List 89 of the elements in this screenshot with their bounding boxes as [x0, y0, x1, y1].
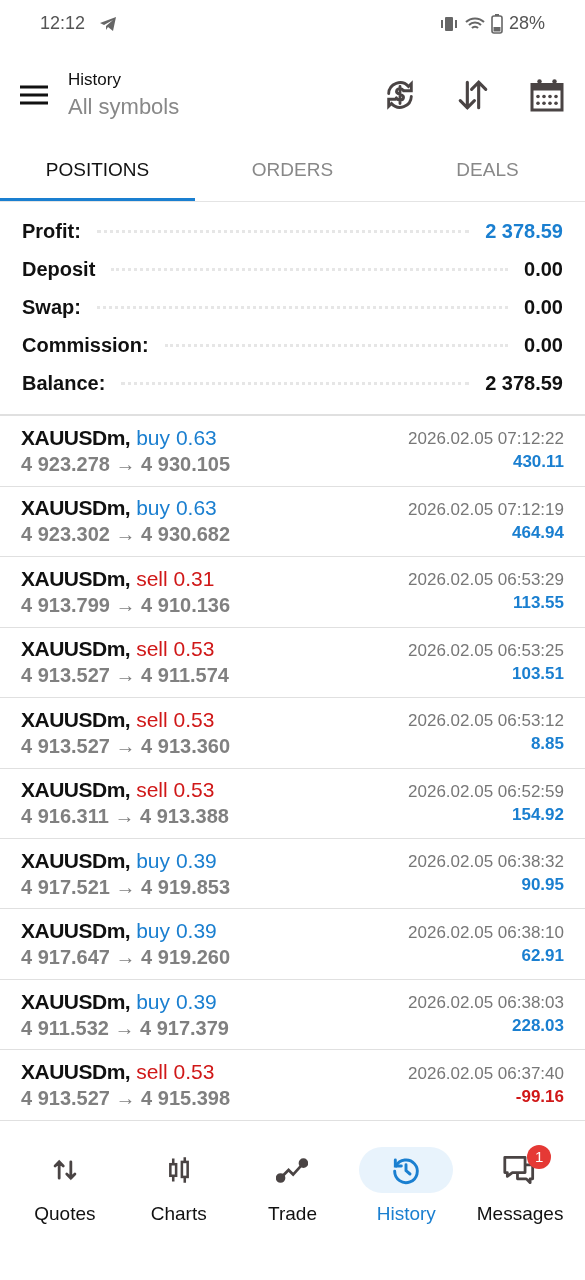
price-range: 4 911.532 → 4 917.379 — [21, 1016, 229, 1040]
vibrate-icon — [438, 15, 459, 32]
symbol: XAUUSDm, — [21, 707, 131, 732]
price-range: 4 923.302 → 4 930.682 — [21, 523, 231, 547]
summary-value: 0.00 — [524, 333, 563, 357]
symbol: XAUUSDm, — [21, 989, 131, 1014]
trade-profit: 90.95 — [521, 875, 564, 896]
trade-side: sell 0.53 — [136, 637, 215, 662]
summary-label: Commission: — [22, 333, 149, 357]
trade-profit: 8.85 — [530, 734, 564, 755]
trade-side: sell 0.53 — [136, 778, 215, 803]
trade-profit: 228.03 — [512, 1016, 564, 1037]
symbol: XAUUSDm, — [21, 637, 131, 662]
trade-time: 2026.02.05 06:53:25 — [408, 640, 564, 661]
nav-item[interactable]: Trade — [235, 1146, 350, 1225]
summary-label: Profit: — [22, 219, 81, 243]
price-range: 4 913.527 → 4 911.574 — [21, 664, 229, 688]
menu-icon — [20, 84, 48, 105]
trade-side: sell 0.53 — [136, 707, 215, 732]
summary-label: Swap: — [22, 295, 81, 319]
trade-time: 2026.02.05 07:12:19 — [408, 499, 564, 520]
screen-title: History — [68, 69, 122, 90]
trade-profit: 113.55 — [512, 593, 564, 614]
symbol-filter[interactable]: All symbols — [68, 93, 180, 120]
position-row[interactable]: XAUUSDm, buy 0.39 4 917.521 → 4 919.853 2026.02.05 06:38:32 90.95 — [0, 839, 585, 910]
price-range: 4 923.278 → 4 930.105 — [21, 452, 231, 476]
trade-side: buy 0.39 — [136, 919, 217, 944]
trade-time: 2026.02.05 06:38:03 — [408, 993, 564, 1014]
summary-label: Deposit — [22, 257, 96, 281]
symbol: XAUUSDm, — [21, 848, 131, 873]
trade-profit: 154.92 — [512, 804, 564, 825]
position-row[interactable]: XAUUSDm, sell 0.53 4 913.527 → 4 911.574 2026.02.05 06:53:25 103.51 — [0, 627, 585, 698]
position-row[interactable]: XAUUSDm, sell 0.31 4 913.799 → 4 910.136 2026.02.05 06:53:29 113.55 — [0, 557, 585, 628]
price-range: 4 917.647 → 4 919.260 — [21, 946, 231, 970]
position-row[interactable]: XAUUSDm, buy 0.63 4 923.302 → 4 930.682 2026.02.05 07:12:19 464.94 — [0, 486, 585, 558]
price-range: 4 917.521 → 4 919.853 — [21, 875, 231, 899]
symbol: XAUUSDm, — [21, 425, 131, 450]
trade-time: 2026.02.05 07:12:22 — [408, 429, 564, 450]
position-row[interactable]: XAUUSDm, sell 0.53 4 913.527 → 4 913.360 2026.02.05 06:53:12 8.85 — [0, 698, 585, 769]
tab[interactable]: POSITIONS — [0, 141, 195, 202]
line-chart-icon — [276, 1155, 309, 1184]
position-row[interactable]: XAUUSDm, sell 0.53 4 913.527 → 4 915.398 2026.02.05 06:37:40 -99.16 — [0, 1050, 585, 1121]
symbol: XAUUSDm, — [21, 778, 131, 803]
summary-value: 2 378.59 — [485, 371, 563, 395]
symbol: XAUUSDm, — [21, 566, 131, 591]
status-time: 12:12 — [40, 13, 86, 35]
trade-profit: 464.94 — [512, 522, 564, 543]
position-row[interactable]: XAUUSDm, buy 0.39 4 911.532 → 4 917.379 2026.02.05 06:38:03 228.03 — [0, 979, 585, 1051]
trade-side: buy 0.39 — [136, 989, 217, 1014]
summary-label: Balance: — [22, 371, 106, 395]
position-row[interactable]: XAUUSDm, sell 0.53 4 916.311 → 4 913.388 2026.02.05 06:52:59 154.92 — [0, 768, 585, 839]
price-range: 4 916.311 → 4 913.388 — [21, 805, 229, 829]
trade-profit: 103.51 — [512, 663, 564, 684]
trade-profit: -99.16 — [515, 1086, 564, 1107]
summary-value: 2 378.59 — [485, 219, 563, 243]
nav-item[interactable]: 1 Messages — [463, 1146, 577, 1225]
nav-item[interactable]: History — [349, 1146, 464, 1225]
trade-side: sell 0.53 — [136, 1060, 215, 1085]
paper-plane-icon — [99, 15, 118, 32]
summary-value: 0.00 — [524, 295, 563, 319]
symbol: XAUUSDm, — [21, 919, 131, 944]
nav-item[interactable]: Charts — [121, 1146, 236, 1225]
summary-value: 0.00 — [524, 257, 563, 281]
position-row[interactable]: XAUUSDm, buy 0.63 4 923.278 → 4 930.105 2026.02.05 07:12:22 430.11 — [0, 416, 585, 487]
trade-time: 2026.02.05 06:38:10 — [408, 922, 564, 943]
trade-time: 2026.02.05 06:38:32 — [408, 852, 564, 873]
trade-side: buy 0.39 — [136, 848, 217, 873]
calendar-icon — [529, 76, 565, 113]
battery-percent: 28% — [508, 13, 545, 35]
price-range: 4 913.527 → 4 915.398 — [21, 1087, 231, 1111]
nav-item[interactable]: Quotes — [8, 1146, 122, 1225]
trade-time: 2026.02.05 06:53:12 — [408, 711, 564, 732]
symbol: XAUUSDm, — [21, 496, 131, 521]
position-row[interactable]: XAUUSDm, buy 0.39 4 917.647 → 4 919.260 2026.02.05 06:38:10 62.91 — [0, 909, 585, 980]
trade-side: buy 0.63 — [136, 425, 217, 450]
battery-icon — [490, 13, 503, 34]
price-range: 4 913.527 → 4 913.360 — [21, 734, 231, 758]
price-range: 4 913.799 → 4 910.136 — [21, 593, 231, 617]
trade-time: 2026.02.05 06:52:59 — [408, 781, 564, 802]
unread-badge: 1 — [527, 1144, 552, 1169]
tab[interactable]: ORDERS — [195, 141, 390, 202]
trade-side: sell 0.31 — [136, 566, 215, 591]
symbol: XAUUSDm, — [21, 1060, 131, 1085]
trade-time: 2026.02.05 06:53:29 — [408, 570, 564, 591]
trade-profit: 62.91 — [521, 945, 564, 966]
trade-side: buy 0.63 — [136, 496, 217, 521]
trade-time: 2026.02.05 06:37:40 — [408, 1063, 564, 1084]
tab[interactable]: DEALS — [390, 141, 585, 202]
trade-profit: 430.11 — [512, 452, 564, 473]
